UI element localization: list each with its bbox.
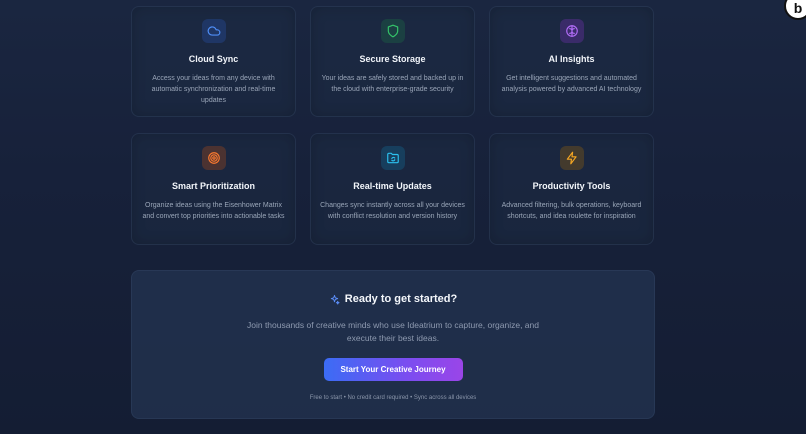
cta-heading: Ready to get started? (132, 293, 654, 305)
cta-note: Free to start • No credit card required … (309, 395, 477, 401)
start-journey-button[interactable]: Start Your Creative Journey (323, 358, 463, 381)
target-icon (201, 146, 226, 170)
sparkles-icon (330, 294, 340, 305)
feature-title: AI Insights (548, 54, 595, 64)
feature-description: Access your ideas from any device with a… (151, 75, 276, 104)
feature-title: Real-time Updates (353, 181, 432, 191)
folder-sync-icon (380, 146, 405, 170)
features-grid: Cloud Sync Access your ideas from any de… (131, 6, 655, 245)
feature-description: Changes sync instantly across all your d… (320, 202, 465, 220)
feature-card-smart-prioritization: Smart Prioritization Organize ideas usin… (131, 133, 296, 245)
feature-description: Organize ideas using the Eisenhower Matr… (142, 202, 285, 220)
badge-label: b (793, 0, 803, 16)
shield-icon (380, 19, 405, 43)
logo-badge: b (784, 0, 806, 20)
cta-title: Ready to get started? (344, 293, 458, 305)
brain-icon (559, 19, 584, 43)
cloud-icon (201, 19, 226, 43)
feature-title: Secure Storage (359, 54, 426, 64)
feature-card-secure-storage: Secure Storage Your ideas are safely sto… (310, 6, 475, 117)
cta-panel: Ready to get started? Join thousands of … (131, 270, 655, 419)
feature-card-productivity-tools: Productivity Tools Advanced filtering, b… (489, 133, 654, 245)
feature-description: Your ideas are safely stored and backed … (321, 75, 464, 93)
feature-description: Advanced filtering, bulk operations, key… (501, 202, 642, 220)
feature-title: Cloud Sync (188, 54, 239, 64)
feature-title: Smart Prioritization (171, 181, 255, 191)
feature-title: Productivity Tools (532, 181, 611, 191)
feature-card-real-time-updates: Real-time Updates Changes sync instantly… (310, 133, 475, 245)
cta-description: Join thousands of creative minds who use… (246, 320, 539, 343)
feature-card-ai-insights: AI Insights Get intelligent suggestions … (489, 6, 654, 117)
lightning-icon (559, 146, 584, 170)
feature-description: Get intelligent suggestions and automate… (501, 75, 642, 93)
feature-card-cloud-sync: Cloud Sync Access your ideas from any de… (131, 6, 296, 117)
